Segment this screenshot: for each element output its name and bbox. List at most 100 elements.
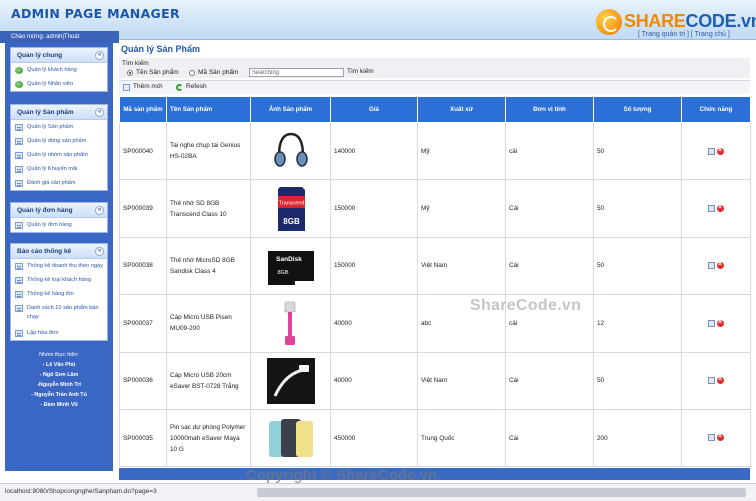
document-icon xyxy=(15,138,23,145)
radio-product-name[interactable] xyxy=(127,70,133,76)
delete-icon[interactable] xyxy=(717,259,724,270)
sidebar-item-inventory[interactable]: Thống kê hàng tồn xyxy=(11,287,107,301)
refresh-icon xyxy=(176,84,183,91)
sidebar-item-customer-types[interactable]: Thống kê loại khách hàng xyxy=(11,273,107,287)
add-new-button[interactable]: Thêm mới xyxy=(123,83,163,91)
col-header-qty[interactable]: Số lượng xyxy=(593,96,682,123)
cell-image xyxy=(250,408,331,468)
sidebar: Quản lý chung « Quản lý khách hàng Quản l… xyxy=(5,43,113,471)
edit-icon[interactable] xyxy=(708,319,715,327)
usb-cable-white-image xyxy=(266,357,315,404)
cell-name: Tai nghe chụp tai Genius HS-02BA xyxy=(166,121,251,181)
cell-name: Cáp Micro USB 20cm eSaver BST-0728 Trắng xyxy=(166,351,251,410)
edit-icon[interactable] xyxy=(708,377,715,385)
panel-products: Quản lý Sản phẩm « Quản lý Sản phẩm Quản … xyxy=(10,104,108,191)
credit-name: - Ngô Sơn Lâm xyxy=(39,372,79,378)
sharecode-logo[interactable]: SHARECODE.vn [ Trang quản trị ] [ Trang … xyxy=(596,9,756,39)
table-row: SP000040 Tai nghe chụp tai Genius HS-02B… xyxy=(119,121,751,181)
cell-qty: 50 xyxy=(593,351,682,410)
cell-name: Thẻ nhớ MicroSD 8GB Sandisk Class 4 xyxy=(166,236,251,296)
cell-unit: Cái xyxy=(505,408,594,468)
edit-icon[interactable] xyxy=(708,147,715,155)
document-icon xyxy=(15,305,23,312)
cell-price: 450000 xyxy=(330,408,418,468)
cell-actions xyxy=(681,236,751,296)
sidebar-item-staff[interactable]: Quản lý Nhân viên xyxy=(11,77,107,91)
add-icon xyxy=(123,84,130,91)
cell-unit: Cái xyxy=(505,351,594,410)
delete-icon[interactable] xyxy=(717,202,724,213)
refresh-button[interactable]: Refesh xyxy=(176,83,207,91)
sd-card-image: Transcend 8GB xyxy=(277,186,305,231)
collapse-icon[interactable]: « xyxy=(95,206,104,215)
cell-origin: Việt Nam xyxy=(417,236,506,296)
col-header-image[interactable]: Ảnh Sản phẩm xyxy=(250,96,331,123)
horizontal-scrollbar[interactable] xyxy=(257,488,746,497)
cell-code: SP000037 xyxy=(119,294,167,353)
logo-mark-icon xyxy=(596,9,622,35)
document-icon xyxy=(15,152,23,159)
document-icon xyxy=(15,180,23,187)
search-input[interactable] xyxy=(249,68,344,77)
sidebar-item-product-groups[interactable]: Quản lý nhóm sản phẩm xyxy=(11,148,107,162)
product-table: Mã sản phẩm Tên Sản phẩm Ảnh Sản phẩm Gi… xyxy=(119,96,751,468)
cell-origin: Mỹ xyxy=(417,179,506,238)
cell-qty: 50 xyxy=(593,179,682,238)
col-header-price[interactable]: Giá xyxy=(330,96,418,123)
collapse-icon[interactable]: « xyxy=(95,51,104,60)
cell-qty: 50 xyxy=(593,236,682,296)
sidebar-item-customers[interactable]: Quản lý khách hàng xyxy=(11,63,107,77)
panel-title[interactable]: Quản lý đơn hàng « xyxy=(11,203,107,218)
sidebar-item-invoice[interactable]: Lập hóa đơn xyxy=(11,326,107,340)
credit-name: -Nguyễn Minh Trí xyxy=(37,382,81,388)
sidebar-item-reviews[interactable]: Đánh giá sản phẩm xyxy=(11,176,107,190)
sidebar-item-products[interactable]: Quản lý Sản phẩm xyxy=(11,120,107,134)
delete-icon[interactable] xyxy=(717,431,724,442)
cell-origin: Việt Nam xyxy=(417,351,506,410)
radio-label-product-name[interactable]: Tên Sản phẩm xyxy=(136,69,179,76)
microsd-brand-text: SanDisk xyxy=(276,256,302,263)
col-header-origin[interactable]: Xuất xứ xyxy=(417,96,506,123)
search-label: Tìm kiếm xyxy=(122,60,149,67)
sidebar-item-orders[interactable]: Quản lý đơn hàng xyxy=(11,218,107,232)
edit-icon[interactable] xyxy=(708,204,715,212)
col-header-unit[interactable]: Đơn vị tính xyxy=(505,96,594,123)
greeting-bar[interactable]: Chào mừng: admin|Thoát xyxy=(0,31,119,43)
globe-icon xyxy=(15,81,23,88)
toolbar: Thêm mới Refesh xyxy=(119,80,750,94)
edit-icon[interactable] xyxy=(708,434,715,442)
radio-label-product-code[interactable]: Mã Sản phẩm xyxy=(198,69,238,76)
sd-size-text: 8GB xyxy=(283,217,300,226)
collapse-icon[interactable]: « xyxy=(95,108,104,117)
radio-product-code[interactable] xyxy=(189,70,195,76)
cell-image: Transcend 8GB xyxy=(250,179,331,238)
col-header-code[interactable]: Mã sản phẩm xyxy=(119,96,167,123)
main-content: Quản lý Sản Phẩm Tìm kiếm Tên Sản phẩm M… xyxy=(119,43,751,483)
cell-actions xyxy=(681,351,751,410)
cell-origin: Mỹ xyxy=(417,121,506,181)
page-title: Quản lý Sản Phẩm xyxy=(121,44,201,54)
logo-links[interactable]: [ Trang quản trị ] [ Trang chủ ] xyxy=(638,31,730,38)
panel-title[interactable]: Quản lý chung « xyxy=(11,48,107,63)
cell-actions xyxy=(681,179,751,238)
sidebar-item-product-lines[interactable]: Quản lý dòng sản phẩm xyxy=(11,134,107,148)
cell-image xyxy=(250,351,331,410)
sidebar-item-daily-revenue[interactable]: Thống kê doanh thu theo ngày xyxy=(11,259,107,273)
delete-icon[interactable] xyxy=(717,374,724,385)
panel-title[interactable]: Báo cáo thống kê « xyxy=(11,244,107,259)
delete-icon[interactable] xyxy=(717,145,724,156)
search-button[interactable]: Tìm kiếm xyxy=(347,68,374,75)
panel-title[interactable]: Quản lý Sản phẩm « xyxy=(11,105,107,120)
sidebar-item-top-sellers[interactable]: Danh sách 10 sản phẩm bán chạy xyxy=(11,301,107,326)
credit-name: - Nguyễn Trần Anh Tú xyxy=(31,392,87,398)
col-header-name[interactable]: Tên Sản phẩm xyxy=(166,96,251,123)
cell-code: SP000040 xyxy=(119,121,167,181)
browser-status-bar: localhost:8080/Shopcongnghe/Sanpham.do?p… xyxy=(0,483,756,501)
edit-icon[interactable] xyxy=(708,262,715,270)
usb-cable-pink-image xyxy=(284,302,295,346)
delete-icon[interactable] xyxy=(717,317,724,328)
collapse-icon[interactable]: « xyxy=(95,247,104,256)
sidebar-item-promotions[interactable]: Quản lý Khuyến mãi xyxy=(11,162,107,176)
cell-unit: cái xyxy=(505,294,594,353)
cell-image xyxy=(250,121,331,181)
